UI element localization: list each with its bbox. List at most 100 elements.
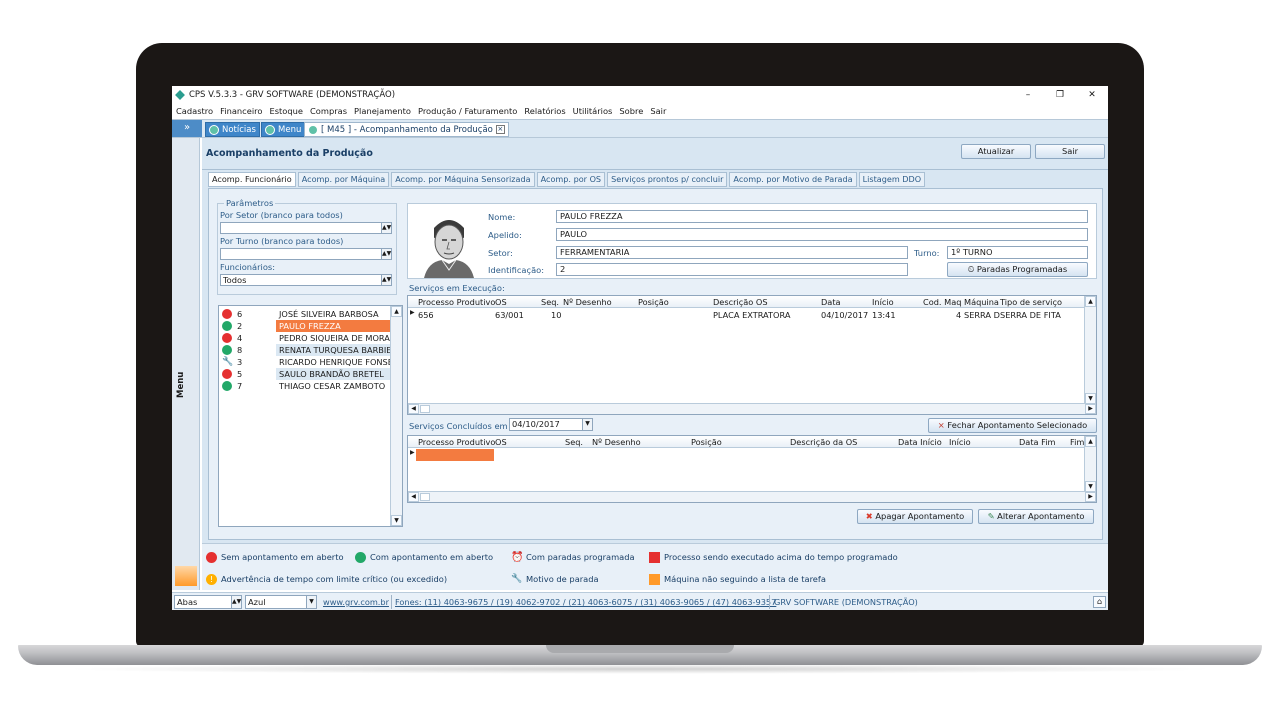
list-item[interactable]: 7 THIAGO CESAR ZAMBOTO (219, 380, 391, 392)
minimize-button[interactable]: – (1012, 86, 1044, 104)
menu-financeiro[interactable]: Financeiro (220, 106, 262, 116)
completed-date-picker[interactable]: 04/10/2017 ▼ (509, 418, 593, 431)
theme-select[interactable]: Azul ▼ (245, 595, 317, 609)
delete-entry-button[interactable]: ✖ Apagar Apontamento (857, 509, 973, 524)
scroll-up-icon[interactable]: ▲ (391, 306, 402, 317)
list-item[interactable]: 5 SAULO BRANDÃO BRETEL (219, 368, 391, 380)
shift-filter-select[interactable]: ▲▼ (220, 248, 392, 260)
column-header[interactable]: Nº Desenho (592, 436, 641, 448)
column-header[interactable]: Início (949, 436, 971, 448)
employees-filter-select[interactable]: Todos ▲▼ (220, 274, 392, 286)
column-header[interactable]: Posição (638, 296, 669, 308)
shift-field[interactable]: 1º TURNO (947, 246, 1088, 259)
running-grid-vscroll[interactable]: ▲ ▼ (1084, 296, 1096, 404)
column-header[interactable]: Data Início (898, 436, 942, 448)
scroll-up-icon[interactable]: ▲ (1085, 436, 1096, 447)
column-header[interactable]: Posição (691, 436, 722, 448)
column-header[interactable]: Data Fim (1019, 436, 1056, 448)
expand-sidebar-button[interactable]: » (172, 120, 202, 137)
column-header[interactable]: Nº Desenho (563, 296, 612, 308)
exit-button[interactable]: Sair (1035, 144, 1105, 159)
menu-cadastro[interactable]: Cadastro (176, 106, 213, 116)
update-button[interactable]: Atualizar (961, 144, 1031, 159)
column-header[interactable]: Processo Produtivo (418, 296, 495, 308)
completed-grid-hscroll[interactable]: ◀ ▶ (408, 491, 1096, 502)
close-tab-icon[interactable]: × (495, 125, 505, 134)
phones-link[interactable]: Fones: (11) 4063-9675 / (19) 4062-9702 /… (395, 597, 776, 607)
scheduled-stops-button[interactable]: ⏲ Paradas Programadas (947, 262, 1088, 277)
completed-grid-vscroll[interactable]: ▲ ▼ (1084, 436, 1096, 492)
table-row[interactable]: ▶ 656 63/001 10 PLACA EXTRATORA 04/10/20… (408, 309, 1084, 321)
close-selected-entry-button[interactable]: ⨯ Fechar Apontamento Selecionado (928, 418, 1097, 433)
column-header[interactable]: Seq. (565, 436, 583, 448)
scroll-thumb[interactable] (420, 493, 430, 501)
list-item[interactable]: 4 PEDRO SIQUEIRA DE MORAES (219, 332, 391, 344)
employee-list-scrollbar[interactable]: ▲ ▼ (390, 306, 402, 526)
nickname-field[interactable]: PAULO (556, 228, 1088, 241)
close-window-button[interactable]: ✕ (1076, 86, 1108, 104)
column-header[interactable]: Máquina (964, 296, 999, 308)
employee-number: 4 (237, 333, 243, 343)
subtab-acomp-maquina[interactable]: Acomp. por Máquina (297, 172, 390, 187)
employee-name: PAULO FREZZA (276, 320, 391, 332)
tab-m45[interactable]: [ M45 ] - Acompanhamento da Produção × (304, 122, 509, 137)
scroll-right-icon[interactable]: ▶ (1085, 492, 1096, 502)
subtab-acomp-maquina-sensorizada[interactable]: Acomp. por Máquina Sensorizada (391, 172, 535, 187)
column-header[interactable]: OS (495, 436, 507, 448)
tab-menu[interactable]: Menu (261, 122, 306, 137)
employee-list[interactable]: 6 JOSÉ SILVEIRA BARBOSA 2 PAULO FREZZA 4… (218, 305, 403, 527)
column-header[interactable]: Seq. (541, 296, 559, 308)
column-header[interactable]: Processo Produtivo (418, 436, 495, 448)
identification-field[interactable]: 2 (556, 263, 908, 276)
subtab-listagem-ddo[interactable]: Listagem DDO (858, 172, 926, 187)
name-field[interactable]: PAULO FREZZA (556, 210, 1088, 223)
menu-estoque[interactable]: Estoque (269, 106, 303, 116)
sector-filter-select[interactable]: ▲▼ (220, 222, 392, 234)
list-item[interactable]: 8 RENATA TURQUESA BARBIERI (219, 344, 391, 356)
red-status-icon (222, 309, 232, 319)
column-header[interactable]: Descrição OS (713, 296, 768, 308)
side-menu-bar[interactable]: Menu (172, 138, 200, 590)
column-header[interactable]: Data (821, 296, 841, 308)
column-header[interactable]: OS (495, 296, 507, 308)
list-item[interactable]: 6 JOSÉ SILVEIRA BARBOSA (219, 308, 391, 320)
column-header[interactable]: Descrição da OS (790, 436, 857, 448)
menu-relatorios[interactable]: Relatórios (524, 106, 565, 116)
column-header[interactable]: Fim (1070, 436, 1084, 448)
layout-mode-select[interactable]: Abas ▲▼ (174, 595, 242, 609)
menu-sobre[interactable]: Sobre (619, 106, 643, 116)
subtab-acomp-funcionario[interactable]: Acomp. Funcionário (208, 172, 296, 187)
running-grid-hscroll[interactable]: ◀ ▶ (408, 403, 1096, 414)
website-link[interactable]: www.grv.com.br (323, 597, 389, 607)
subtab-acomp-os[interactable]: Acomp. por OS (536, 172, 606, 187)
subtab-motivo-parada[interactable]: Acomp. por Motivo de Parada (729, 172, 857, 187)
scroll-left-icon[interactable]: ◀ (408, 492, 419, 502)
column-header[interactable]: Início (872, 296, 894, 308)
alarm-clock-icon: ⏰ (511, 552, 524, 563)
column-header[interactable]: Cod. Maq (923, 296, 961, 308)
scroll-up-icon[interactable]: ▲ (1085, 296, 1096, 307)
list-item-selected[interactable]: 2 PAULO FREZZA (219, 320, 391, 332)
table-row-selected[interactable]: ▶ (408, 449, 498, 461)
completed-services-grid[interactable]: Processo Produtivo OS Seq. Nº Desenho Po… (407, 435, 1097, 503)
scheduled-stops-label: Paradas Programadas (976, 264, 1068, 274)
menu-producao-faturamento[interactable]: Produção / Faturamento (418, 106, 517, 116)
restore-button[interactable]: ❐ (1044, 86, 1076, 104)
edit-entry-button[interactable]: ✎ Alterar Apontamento (978, 509, 1094, 524)
home-icon[interactable]: ⌂ (1093, 596, 1106, 608)
menu-compras[interactable]: Compras (310, 106, 347, 116)
sector-field[interactable]: FERRAMENTARIA (556, 246, 908, 259)
column-header[interactable]: Tipo de serviço (1000, 296, 1062, 308)
menu-sair[interactable]: Sair (650, 106, 666, 116)
list-item[interactable]: 🔧 3 RICARDO HENRIQUE FONSECA (219, 356, 391, 368)
tab-noticias[interactable]: Notícias (205, 122, 260, 137)
scroll-down-icon[interactable]: ▼ (391, 515, 402, 526)
menu-utilitarios[interactable]: Utilitários (573, 106, 613, 116)
scroll-right-icon[interactable]: ▶ (1085, 404, 1096, 414)
scroll-left-icon[interactable]: ◀ (408, 404, 419, 414)
running-grid-header: Processo Produtivo OS Seq. Nº Desenho Po… (408, 296, 1096, 308)
scroll-thumb[interactable] (420, 405, 430, 413)
menu-planejamento[interactable]: Planejamento (354, 106, 411, 116)
running-services-grid[interactable]: Processo Produtivo OS Seq. Nº Desenho Po… (407, 295, 1097, 415)
subtab-servicos-prontos[interactable]: Serviços prontos p/ concluir (607, 172, 728, 187)
